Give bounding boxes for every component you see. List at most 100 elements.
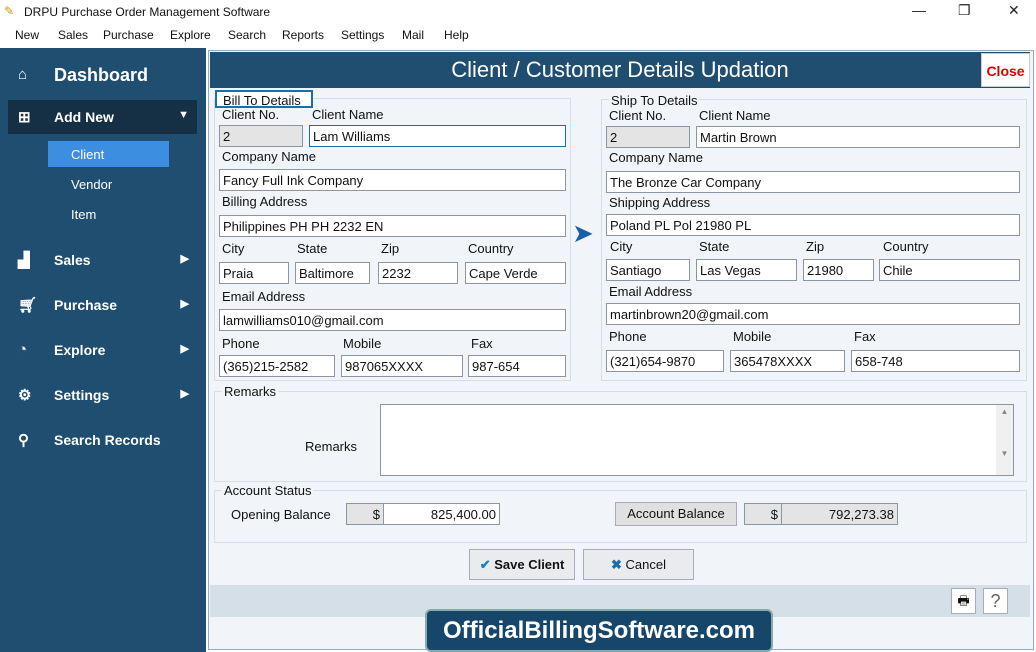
account-currency: $	[744, 503, 782, 525]
printer-icon: 🖶	[957, 593, 970, 608]
sidebar-sub-client[interactable]: Client	[48, 141, 169, 167]
copy-arrow-icon[interactable]: ➤	[572, 218, 594, 249]
check-icon: ✔	[479, 557, 491, 572]
ship-phone-field[interactable]: (321)654-9870	[606, 350, 724, 372]
label-mobile: Mobile	[343, 336, 382, 351]
home-icon: ⌂	[18, 66, 28, 83]
bill-email-field[interactable]: lamwilliams010@gmail.com	[219, 309, 566, 331]
remarks-textarea[interactable]	[380, 404, 1014, 476]
close-button[interactable]: Close	[981, 53, 1030, 87]
chevron-right-icon: ▶	[180, 298, 189, 310]
ship-zip-field[interactable]: 21980	[803, 259, 874, 281]
label-state: State	[699, 239, 730, 254]
menu-mail[interactable]: Mail	[402, 28, 424, 42]
minimize-button[interactable]: —	[912, 2, 926, 18]
label-remarks: Remarks	[305, 439, 358, 454]
sidebar-dashboard[interactable]: ⌂ Dashboard	[8, 58, 197, 92]
bill-country-field[interactable]: Cape Verde	[465, 262, 566, 284]
label-client-name: Client Name	[699, 108, 771, 123]
bill-client-no-field[interactable]: 2	[219, 125, 303, 147]
bill-to-title: Bill To Details	[215, 90, 313, 108]
ship-address-field[interactable]: Poland PL Pol 21980 PL	[606, 214, 1020, 236]
remarks-group-title: Remarks	[222, 384, 279, 399]
sidebar-sub-vendor[interactable]: Vendor	[48, 171, 169, 197]
sidebar-search-records[interactable]: ⚲ Search Records	[8, 423, 197, 457]
chart-icon: ▟	[18, 252, 30, 269]
ship-company-field[interactable]: The Bronze Car Company	[606, 171, 1020, 193]
help-button[interactable]: ?	[983, 588, 1008, 614]
bill-fax-field[interactable]: 987-654	[468, 355, 566, 377]
bill-state-field[interactable]: Baltimore	[295, 262, 370, 284]
ship-email-field[interactable]: martinbrown20@gmail.com	[606, 303, 1020, 325]
ship-country-field[interactable]: Chile	[879, 259, 1020, 281]
restore-button[interactable]: ❐	[958, 2, 971, 19]
account-status-title: Account Status	[222, 483, 314, 498]
ship-client-name-field[interactable]: Martin Brown	[696, 126, 1020, 148]
bill-mobile-field[interactable]: 987065XXXX	[341, 355, 463, 377]
sidebar-sub-item[interactable]: Item	[48, 201, 169, 227]
chevron-right-icon: ▶	[180, 253, 189, 265]
sidebar-add-new[interactable]: ⊞ Add New ▼	[8, 100, 197, 134]
opening-balance-field[interactable]: 825,400.00	[383, 503, 500, 525]
label-state: State	[297, 241, 328, 256]
menu-search[interactable]: Search	[228, 28, 266, 42]
ship-state-field[interactable]: Las Vegas	[696, 259, 797, 281]
sidebar: ⌂ Dashboard ⊞ Add New ▼ Client Vendor It…	[0, 48, 206, 652]
label-zip: Zip	[381, 241, 400, 256]
search-icon: ⚲	[18, 432, 29, 449]
bill-zip-field[interactable]: 2232	[378, 262, 458, 284]
label-company-name: Company Name	[222, 149, 316, 164]
account-balance-button[interactable]: Account Balance	[615, 502, 737, 526]
add-file-icon: ⊞	[18, 109, 31, 126]
cancel-button[interactable]: ✖ Cancel	[583, 549, 694, 580]
menu-purchase[interactable]: Purchase	[103, 28, 154, 42]
label-company-name: Company Name	[609, 150, 703, 165]
cart-icon: 🛒︎	[18, 297, 38, 314]
label-opening-balance: Opening Balance	[231, 507, 331, 522]
ship-client-no-field[interactable]: 2	[606, 126, 690, 148]
label-country: Country	[468, 241, 514, 256]
cancel-x-icon: ✖	[611, 557, 622, 572]
bill-client-name-field[interactable]: Lam Williams	[309, 125, 566, 147]
menu-reports[interactable]: Reports	[282, 28, 324, 42]
label-shipping-address: Shipping Address	[609, 195, 711, 210]
menu-settings[interactable]: Settings	[341, 28, 384, 42]
ship-city-field[interactable]: Santiago	[606, 259, 690, 281]
bill-city-field[interactable]: Praia	[219, 262, 289, 284]
sidebar-purchase[interactable]: 🛒︎ Purchase ▶	[8, 288, 197, 322]
remarks-scrollbar[interactable]: ▲ ▼	[996, 405, 1013, 475]
label-mobile: Mobile	[733, 329, 772, 344]
explore-icon: ◔	[18, 341, 28, 358]
opening-currency: $	[346, 503, 384, 525]
label-fax: Fax	[854, 329, 876, 344]
ship-fax-field[interactable]: 658-748	[851, 350, 1020, 372]
bill-address-field[interactable]: Philippines PH PH 2232 EN	[219, 215, 566, 237]
sidebar-sales[interactable]: ▟ Sales ▶	[8, 243, 197, 277]
watermark-logo: OfficialBillingSoftware.com	[425, 609, 773, 652]
chevron-right-icon: ▶	[180, 388, 189, 400]
menu-new[interactable]: New	[15, 28, 39, 42]
label-client-no: Client No.	[222, 107, 280, 122]
save-client-button[interactable]: ✔ Save Client	[469, 549, 575, 580]
label-zip: Zip	[806, 239, 825, 254]
ship-mobile-field[interactable]: 365478XXXX	[730, 350, 845, 372]
chevron-right-icon: ▶	[180, 343, 189, 355]
label-phone: Phone	[609, 329, 647, 344]
print-button[interactable]: 🖶	[951, 588, 976, 614]
title-bar: ✎ DRPU Purchase Order Management Softwar…	[0, 0, 1036, 24]
label-email: Email Address	[222, 289, 306, 304]
label-fax: Fax	[471, 336, 493, 351]
bill-company-field[interactable]: Fancy Full Ink Company	[219, 169, 566, 191]
label-email: Email Address	[609, 284, 693, 299]
menu-sales[interactable]: Sales	[58, 28, 88, 42]
sidebar-explore[interactable]: ◔ Explore ▶	[8, 333, 197, 367]
menu-help[interactable]: Help	[444, 28, 469, 42]
label-city: City	[610, 239, 633, 254]
sidebar-settings[interactable]: ⚙ Settings ▶	[8, 378, 197, 412]
bill-phone-field[interactable]: (365)215-2582	[219, 355, 335, 377]
question-icon: ?	[990, 591, 1001, 611]
menu-explore[interactable]: Explore	[170, 28, 211, 42]
label-client-no: Client No.	[609, 108, 667, 123]
page-title: Client / Customer Details Updation	[210, 52, 1030, 88]
close-window-button[interactable]: ✕	[1008, 2, 1020, 19]
